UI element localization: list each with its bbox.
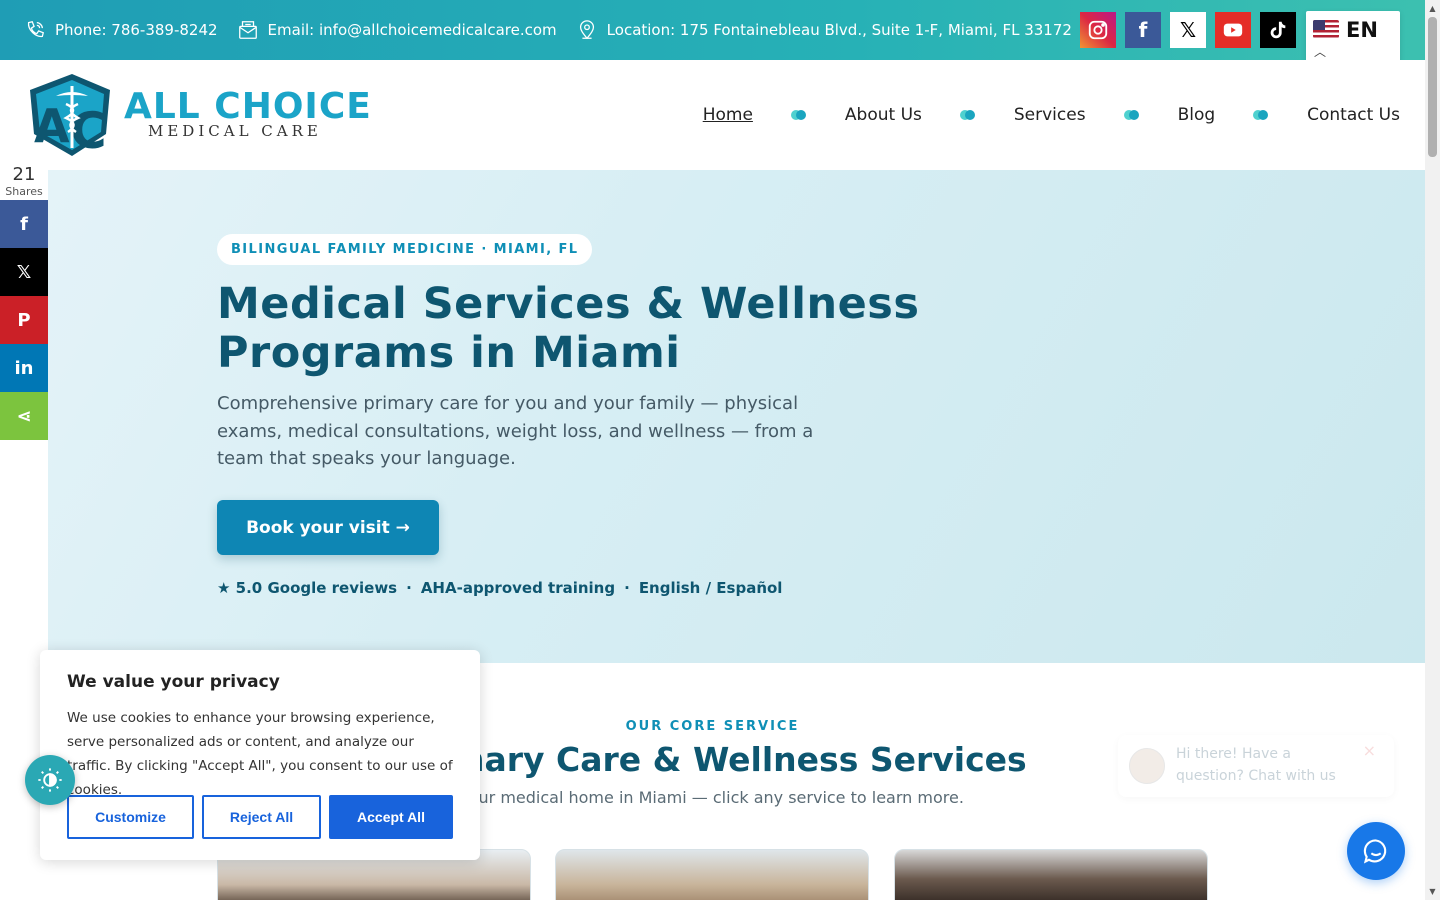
cookie-customize-button[interactable]: Customize [67,795,194,839]
sharethis-share-icon[interactable]: ⋖ [0,392,48,440]
service-card-image[interactable] [555,849,869,900]
nav-separator-dot [959,110,976,120]
scroll-up-arrow[interactable]: ▲ [1425,0,1440,17]
share-label: Shares [5,185,43,198]
site-logo[interactable]: A C ALL CHOICE MEDICAL CARE [26,72,371,158]
logo-subtitle: MEDICAL CARE [148,122,322,140]
youtube-icon[interactable] [1215,12,1251,48]
chat-close-icon[interactable]: × [1363,741,1376,760]
share-counter: 21 Shares [0,164,48,198]
phone-item[interactable]: Phone: 786-389-8242 [24,19,218,41]
us-flag-icon [1313,20,1339,38]
hero-subtitle: Comprehensive primary care for you and y… [217,393,814,469]
instagram-icon[interactable] [1080,12,1116,48]
email-item[interactable]: Email: info@allchoicemedicalcare.com [237,19,557,41]
page-scrollbar[interactable]: ▲ ▼ [1425,0,1440,900]
hero-title: Medical Services & Wellness Programs in … [217,279,920,378]
cookie-accept-button[interactable]: Accept All [329,795,453,839]
cookie-body: We use cookies to enhance your browsing … [67,710,453,798]
service-card-image[interactable] [894,849,1208,900]
trust-reviews: ★ 5.0 Google reviews [217,579,398,597]
svg-text:A: A [34,99,70,153]
nav-about-us[interactable]: About Us [845,105,922,125]
location-pin-icon [579,20,594,40]
email-text: Email: info@allchoicemedicalcare.com [267,21,557,39]
trust-separator: · [406,579,412,597]
chat-greeting-text: Hi there! Have a question? Chat with us [1176,746,1336,784]
trust-languages: English / Español [638,579,783,597]
accessibility-button[interactable] [25,755,75,805]
scroll-down-arrow[interactable]: ▼ [1425,883,1440,900]
brightness-icon [38,768,62,792]
chat-launcher-button[interactable] [1347,822,1405,880]
scroll-thumb[interactable] [1428,17,1437,157]
trust-strip: ★ 5.0 Google reviews · AHA-approved trai… [217,579,782,597]
phone-text: Phone: 786-389-8242 [55,21,218,39]
x-icon[interactable]: 𝕏 [1170,12,1206,48]
linkedin-share-icon[interactable]: in [0,344,48,392]
pinterest-share-icon[interactable]: P [0,296,48,344]
agent-avatar [1129,748,1165,784]
hero-badge: BILINGUAL FAMILY MEDICINE · MIAMI, FL [217,234,593,265]
tiktok-icon[interactable] [1260,12,1296,48]
location-item[interactable]: Location: 175 Fontainebleau Blvd., Suite… [576,19,1072,41]
nav-blog[interactable]: Blog [1178,105,1216,125]
chat-greeting-bubble[interactable]: Hi there! Have a question? Chat with us … [1118,735,1394,797]
nav-separator-dot [790,110,807,120]
chat-icon [1363,839,1387,864]
phone-icon [27,20,45,38]
facebook-icon[interactable]: f [1125,12,1161,48]
email-icon [238,21,257,39]
svg-text:C: C [70,102,107,158]
caduceus-logo-icon: A C [30,74,110,158]
book-visit-button[interactable]: Book your visit → [217,500,439,555]
hero-section: BILINGUAL FAMILY MEDICINE · MIAMI, FL Me… [48,170,1425,663]
nav-services[interactable]: Services [1014,105,1086,125]
cookie-consent-banner: We value your privacy We use cookies to … [40,650,480,860]
location-text: Location: 175 Fontainebleau Blvd., Suite… [606,21,1072,39]
cookie-reject-button[interactable]: Reject All [202,795,321,839]
main-nav: Home About Us Services Blog Contact Us [703,60,1400,170]
facebook-share-icon[interactable]: f [0,200,48,248]
trust-training: AHA-approved training [420,579,616,597]
nav-separator-dot [1123,110,1140,120]
social-links: f 𝕏 [1080,12,1296,48]
logo-title: ALL CHOICE [124,86,372,127]
language-code: EN [1346,18,1378,42]
cookie-title: We value your privacy [67,672,280,692]
nav-separator-dot [1253,110,1269,120]
x-share-icon[interactable]: 𝕏 [0,248,48,296]
share-count: 21 [12,164,36,185]
nav-home[interactable]: Home [703,105,753,125]
trust-separator: · [624,579,630,597]
nav-contact-us[interactable]: Contact Us [1307,105,1400,125]
chevron-up-icon: ︿ [1314,45,1327,59]
site-header: A C ALL CHOICE MEDICAL CARE Home About U… [0,60,1425,170]
